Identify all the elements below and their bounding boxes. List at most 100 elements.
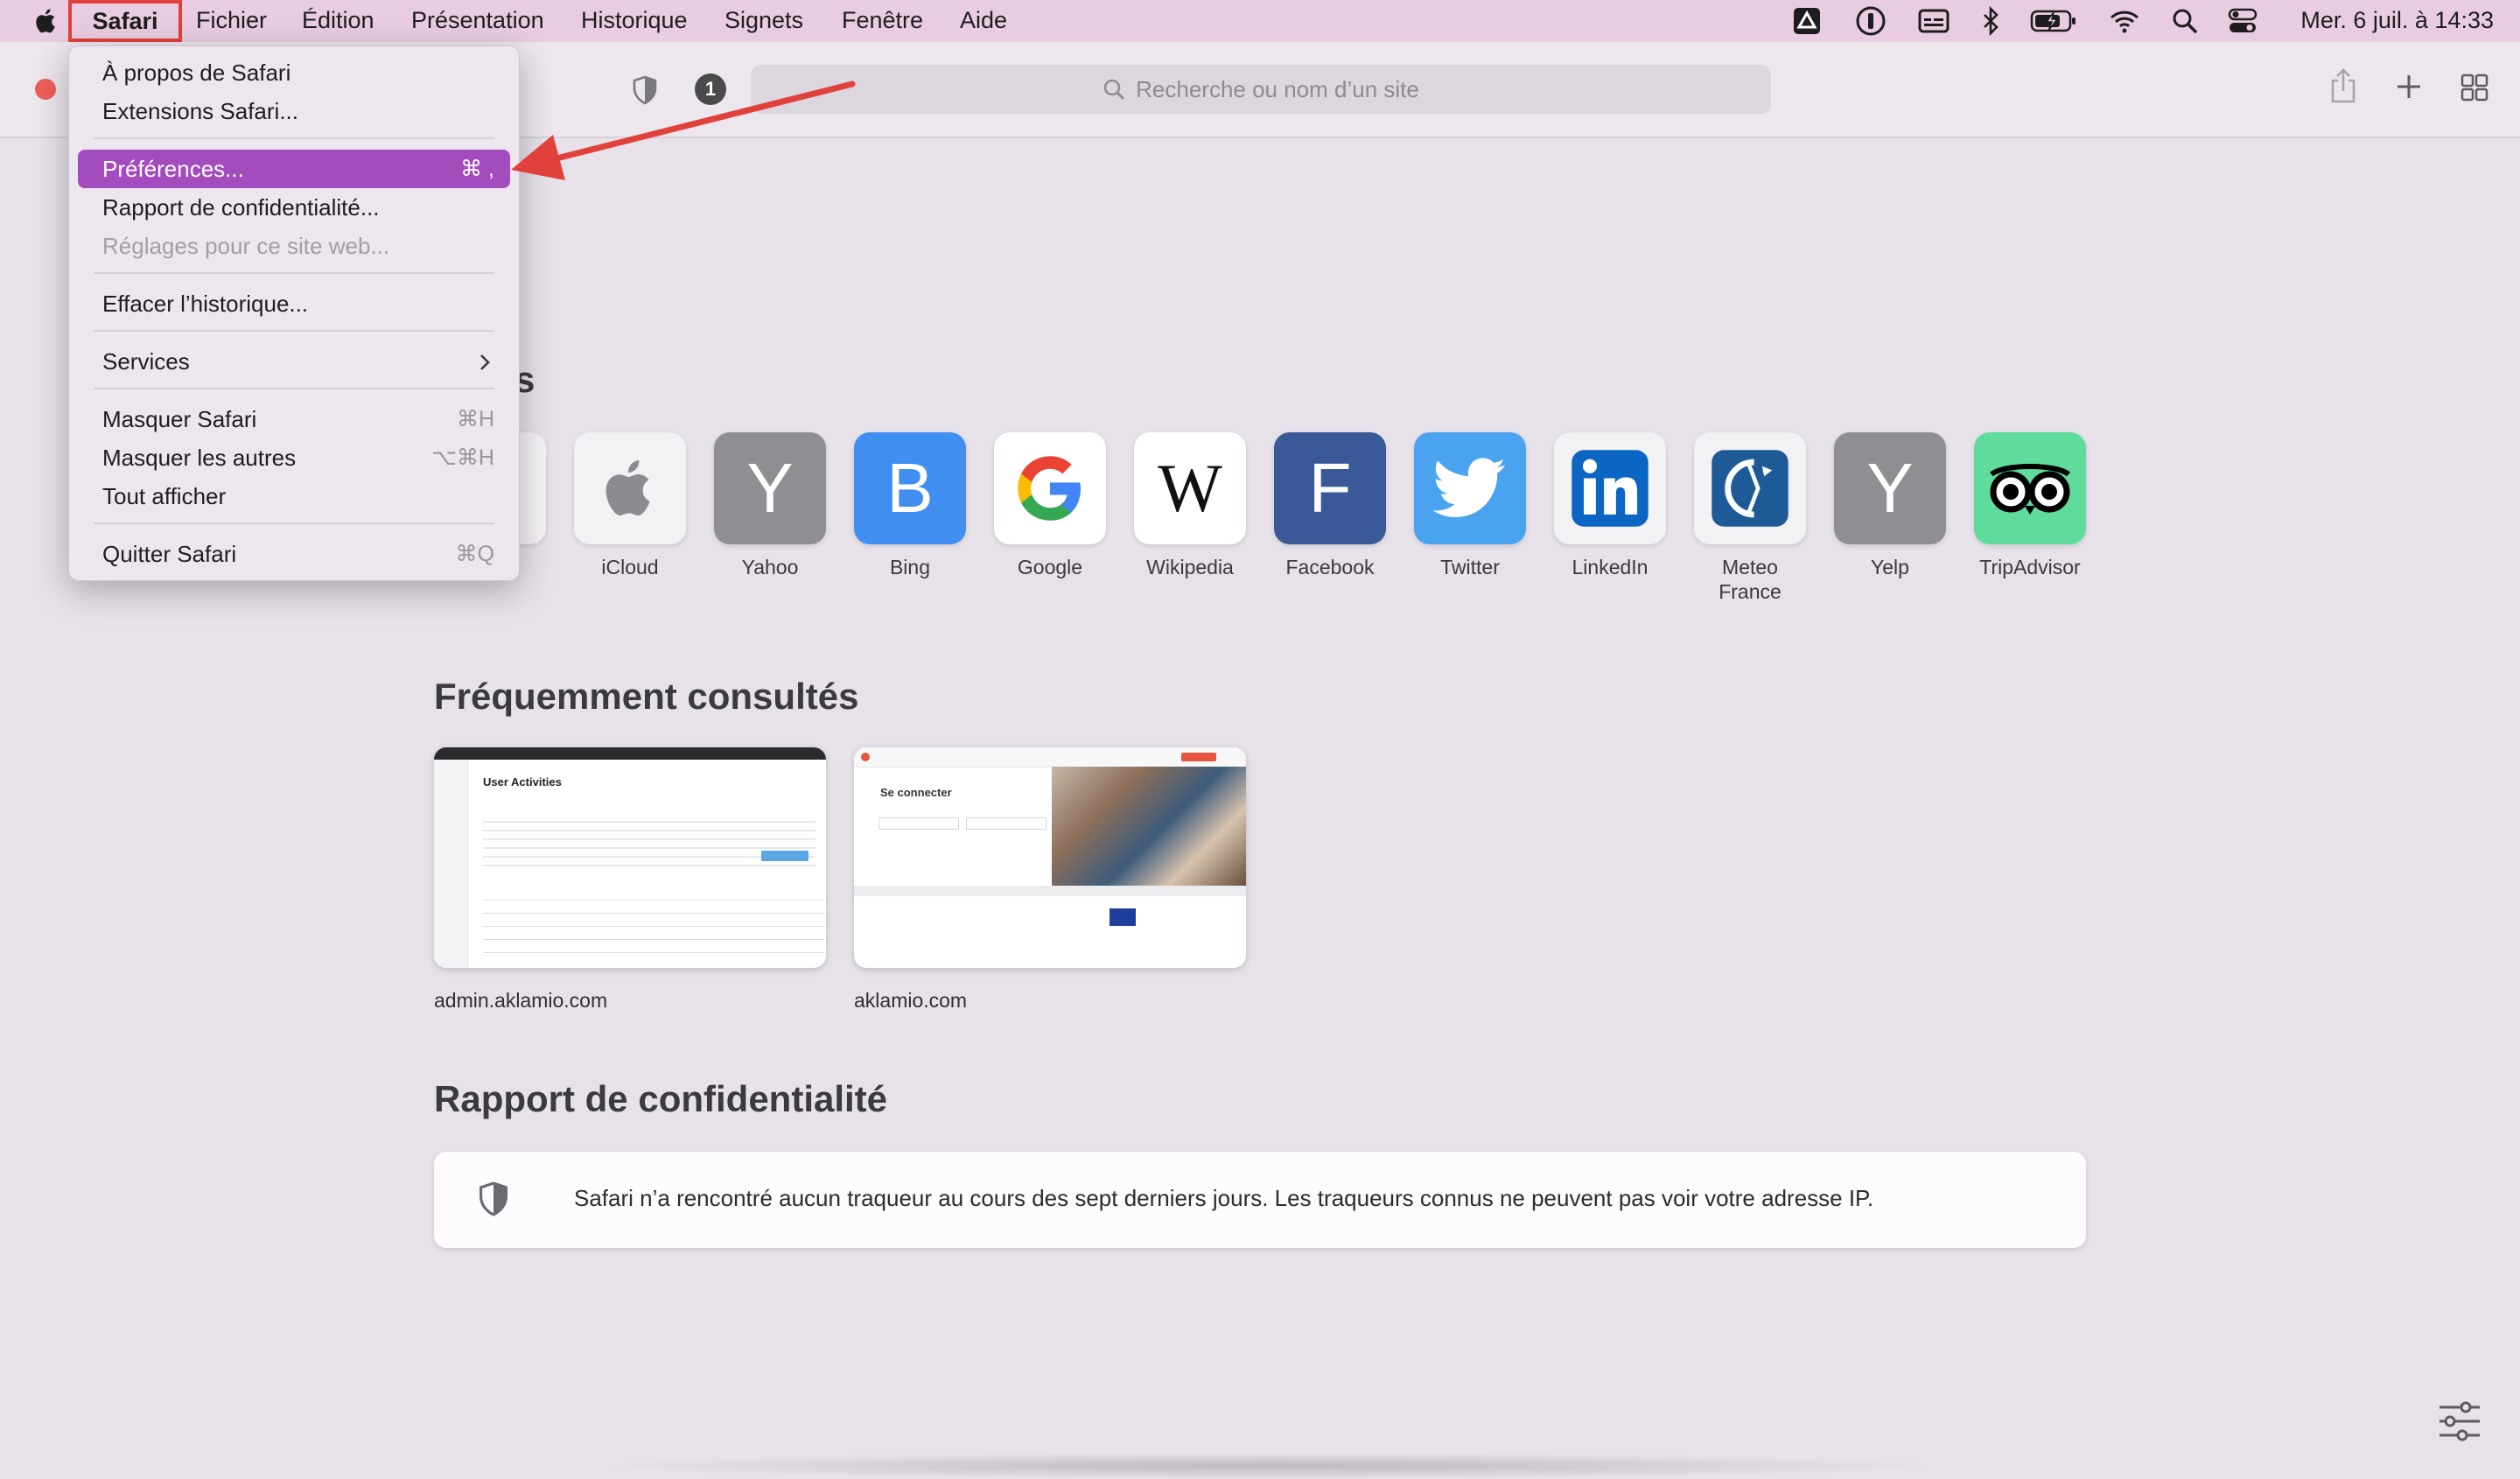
favorite-linkedin[interactable]: LinkedIn [1540, 432, 1680, 579]
menu-item-extensions[interactable]: Extensions Safari... [78, 92, 510, 130]
thumb-cta [1181, 753, 1216, 761]
caption-icon[interactable] [1918, 0, 1950, 42]
tripadvisor-owl-icon [1974, 432, 2086, 544]
favorite-label: LinkedIn [1572, 556, 1648, 578]
privacy-shield-icon[interactable] [632, 75, 658, 105]
menu-edition[interactable]: Édition [302, 0, 374, 42]
menu-bar: Safari Fichier Édition Présentation Hist… [0, 0, 2520, 42]
menu-item-shortcut: ⌘Q [455, 542, 494, 566]
tab-count-badge[interactable]: 1 [695, 74, 726, 105]
thumb-hero-photo [1052, 767, 1246, 886]
menu-item-about[interactable]: À propos de Safari [78, 53, 510, 92]
favorite-icloud[interactable]: iCloud [560, 432, 700, 579]
favorite-bing[interactable]: B Bing [840, 432, 980, 579]
thumb-input [966, 817, 1046, 830]
frequent-thumbnail-admin[interactable]: User Activities [434, 747, 826, 968]
privacy-report-text: Safari n’a rencontré aucun traqueur au c… [574, 1185, 1874, 1211]
dock-shadow [595, 1453, 1942, 1479]
privacy-shield-icon [480, 1181, 508, 1216]
favorite-twitter[interactable]: Twitter [1400, 432, 1540, 579]
thumb-nav [854, 886, 1246, 896]
menu-item-label: Effacer l’historique... [102, 291, 309, 317]
menu-item-label: Préférences... [102, 156, 244, 182]
menu-presentation[interactable]: Présentation [411, 0, 544, 42]
safari-menu-dropdown: À propos de Safari Extensions Safari... … [68, 46, 520, 581]
menu-item-shortcut: ⌘ , [460, 157, 494, 181]
favorite-label: Meteo France [1718, 556, 1782, 603]
menu-safari[interactable]: Safari [68, 0, 182, 42]
privacy-report-title: Rapport de confidentialité [434, 1078, 888, 1119]
menu-item-label: Quitter Safari [102, 541, 237, 567]
favorite-label: TripAdvisor [1979, 556, 2081, 578]
menu-item-hide-others[interactable]: Masquer les autres ⌥⌘H [78, 438, 510, 477]
menu-fenetre[interactable]: Fenêtre [842, 0, 923, 42]
favorite-label: Wikipedia [1146, 556, 1234, 578]
privacy-report-card[interactable]: Safari n’a rencontré aucun traqueur au c… [434, 1152, 2086, 1248]
meteo-france-icon [1694, 432, 1806, 544]
customize-start-page-icon[interactable] [2436, 1400, 2483, 1442]
share-icon[interactable] [2329, 67, 2357, 105]
menu-item-hide-safari[interactable]: Masquer Safari ⌘H [78, 400, 510, 438]
menu-separator [94, 388, 494, 389]
menu-fichier[interactable]: Fichier [196, 0, 267, 42]
favorite-yelp[interactable]: Y Yelp [1820, 432, 1960, 579]
favorite-label: Yelp [1871, 556, 1909, 578]
favorite-label: Twitter [1440, 556, 1500, 578]
menu-item-shortcut: ⌘H [456, 407, 494, 431]
tab-overview-icon[interactable] [2460, 74, 2488, 102]
frequent-label[interactable]: aklamio.com [854, 989, 967, 1013]
frequent-label[interactable]: admin.aklamio.com [434, 989, 607, 1013]
thumb-logo [861, 753, 870, 761]
wifi-icon[interactable] [2109, 0, 2140, 42]
menu-item-label: Masquer Safari [102, 406, 257, 432]
favorite-label: Google [1017, 556, 1083, 578]
menu-item-label: Masquer les autres [102, 445, 297, 471]
favorite-google[interactable]: Google [980, 432, 1120, 579]
menu-aide[interactable]: Aide [960, 0, 1007, 42]
wikipedia-icon: W [1134, 432, 1246, 544]
search-icon [1103, 79, 1124, 100]
drive-icon[interactable] [1792, 0, 1822, 42]
menu-item-quit[interactable]: Quitter Safari ⌘Q [78, 535, 510, 573]
google-icon [994, 432, 1106, 544]
menu-item-privacy-report[interactable]: Rapport de confidentialité... [78, 188, 510, 227]
thumb-table [483, 887, 824, 963]
menu-item-label: Réglages pour ce site web... [102, 233, 390, 259]
bing-icon: B [854, 432, 966, 544]
menu-item-preferences[interactable]: Préférences... ⌘ , [78, 150, 510, 188]
facebook-icon: F [1274, 432, 1386, 544]
favorite-yahoo[interactable]: Y Yahoo [700, 432, 840, 579]
icloud-icon [574, 432, 686, 544]
bluetooth-icon[interactable] [1981, 0, 2000, 42]
favorite-meteo-france[interactable]: Meteo France [1680, 432, 1820, 604]
battery-charging-icon[interactable] [2030, 0, 2077, 42]
close-window-button[interactable] [35, 79, 56, 100]
apple-logo-icon[interactable] [32, 5, 61, 37]
search-icon[interactable] [2172, 0, 2198, 42]
thumb-eu-flag [1110, 908, 1136, 926]
menu-item-label: À propos de Safari [102, 60, 291, 86]
menu-signets[interactable]: Signets [724, 0, 803, 42]
menu-item-label: Tout afficher [102, 483, 227, 509]
onepassword-icon[interactable] [1855, 0, 1886, 42]
address-bar[interactable]: Recherche ou nom d’un site [751, 65, 1771, 114]
favorite-label: Bing [889, 556, 931, 578]
menu-historique[interactable]: Historique [581, 0, 688, 42]
menubar-clock[interactable]: Mer. 6 juil. à 14:33 [2300, 0, 2494, 40]
menu-item-label: Services [102, 348, 190, 375]
menu-item-site-settings: Réglages pour ce site web... [78, 227, 510, 265]
menu-separator [94, 522, 494, 524]
menu-separator [94, 330, 494, 332]
menu-item-services[interactable]: Services [78, 342, 510, 381]
favorite-tripadvisor[interactable]: TripAdvisor [1960, 432, 2100, 579]
menu-item-clear-history[interactable]: Effacer l’historique... [78, 284, 510, 323]
thumb-title: Se connecter [880, 786, 952, 799]
menu-item-show-all[interactable]: Tout afficher [78, 477, 510, 515]
frequent-thumbnail-aklamio[interactable]: Se connecter [854, 747, 1246, 968]
address-bar-placeholder: Recherche ou nom d’un site [1136, 75, 1419, 102]
thumb-sidebar [434, 760, 468, 968]
control-center-icon[interactable] [2228, 0, 2258, 42]
new-tab-icon[interactable] [2396, 74, 2422, 100]
favorite-wikipedia[interactable]: W Wikipedia [1120, 432, 1260, 579]
favorite-facebook[interactable]: F Facebook [1260, 432, 1400, 579]
